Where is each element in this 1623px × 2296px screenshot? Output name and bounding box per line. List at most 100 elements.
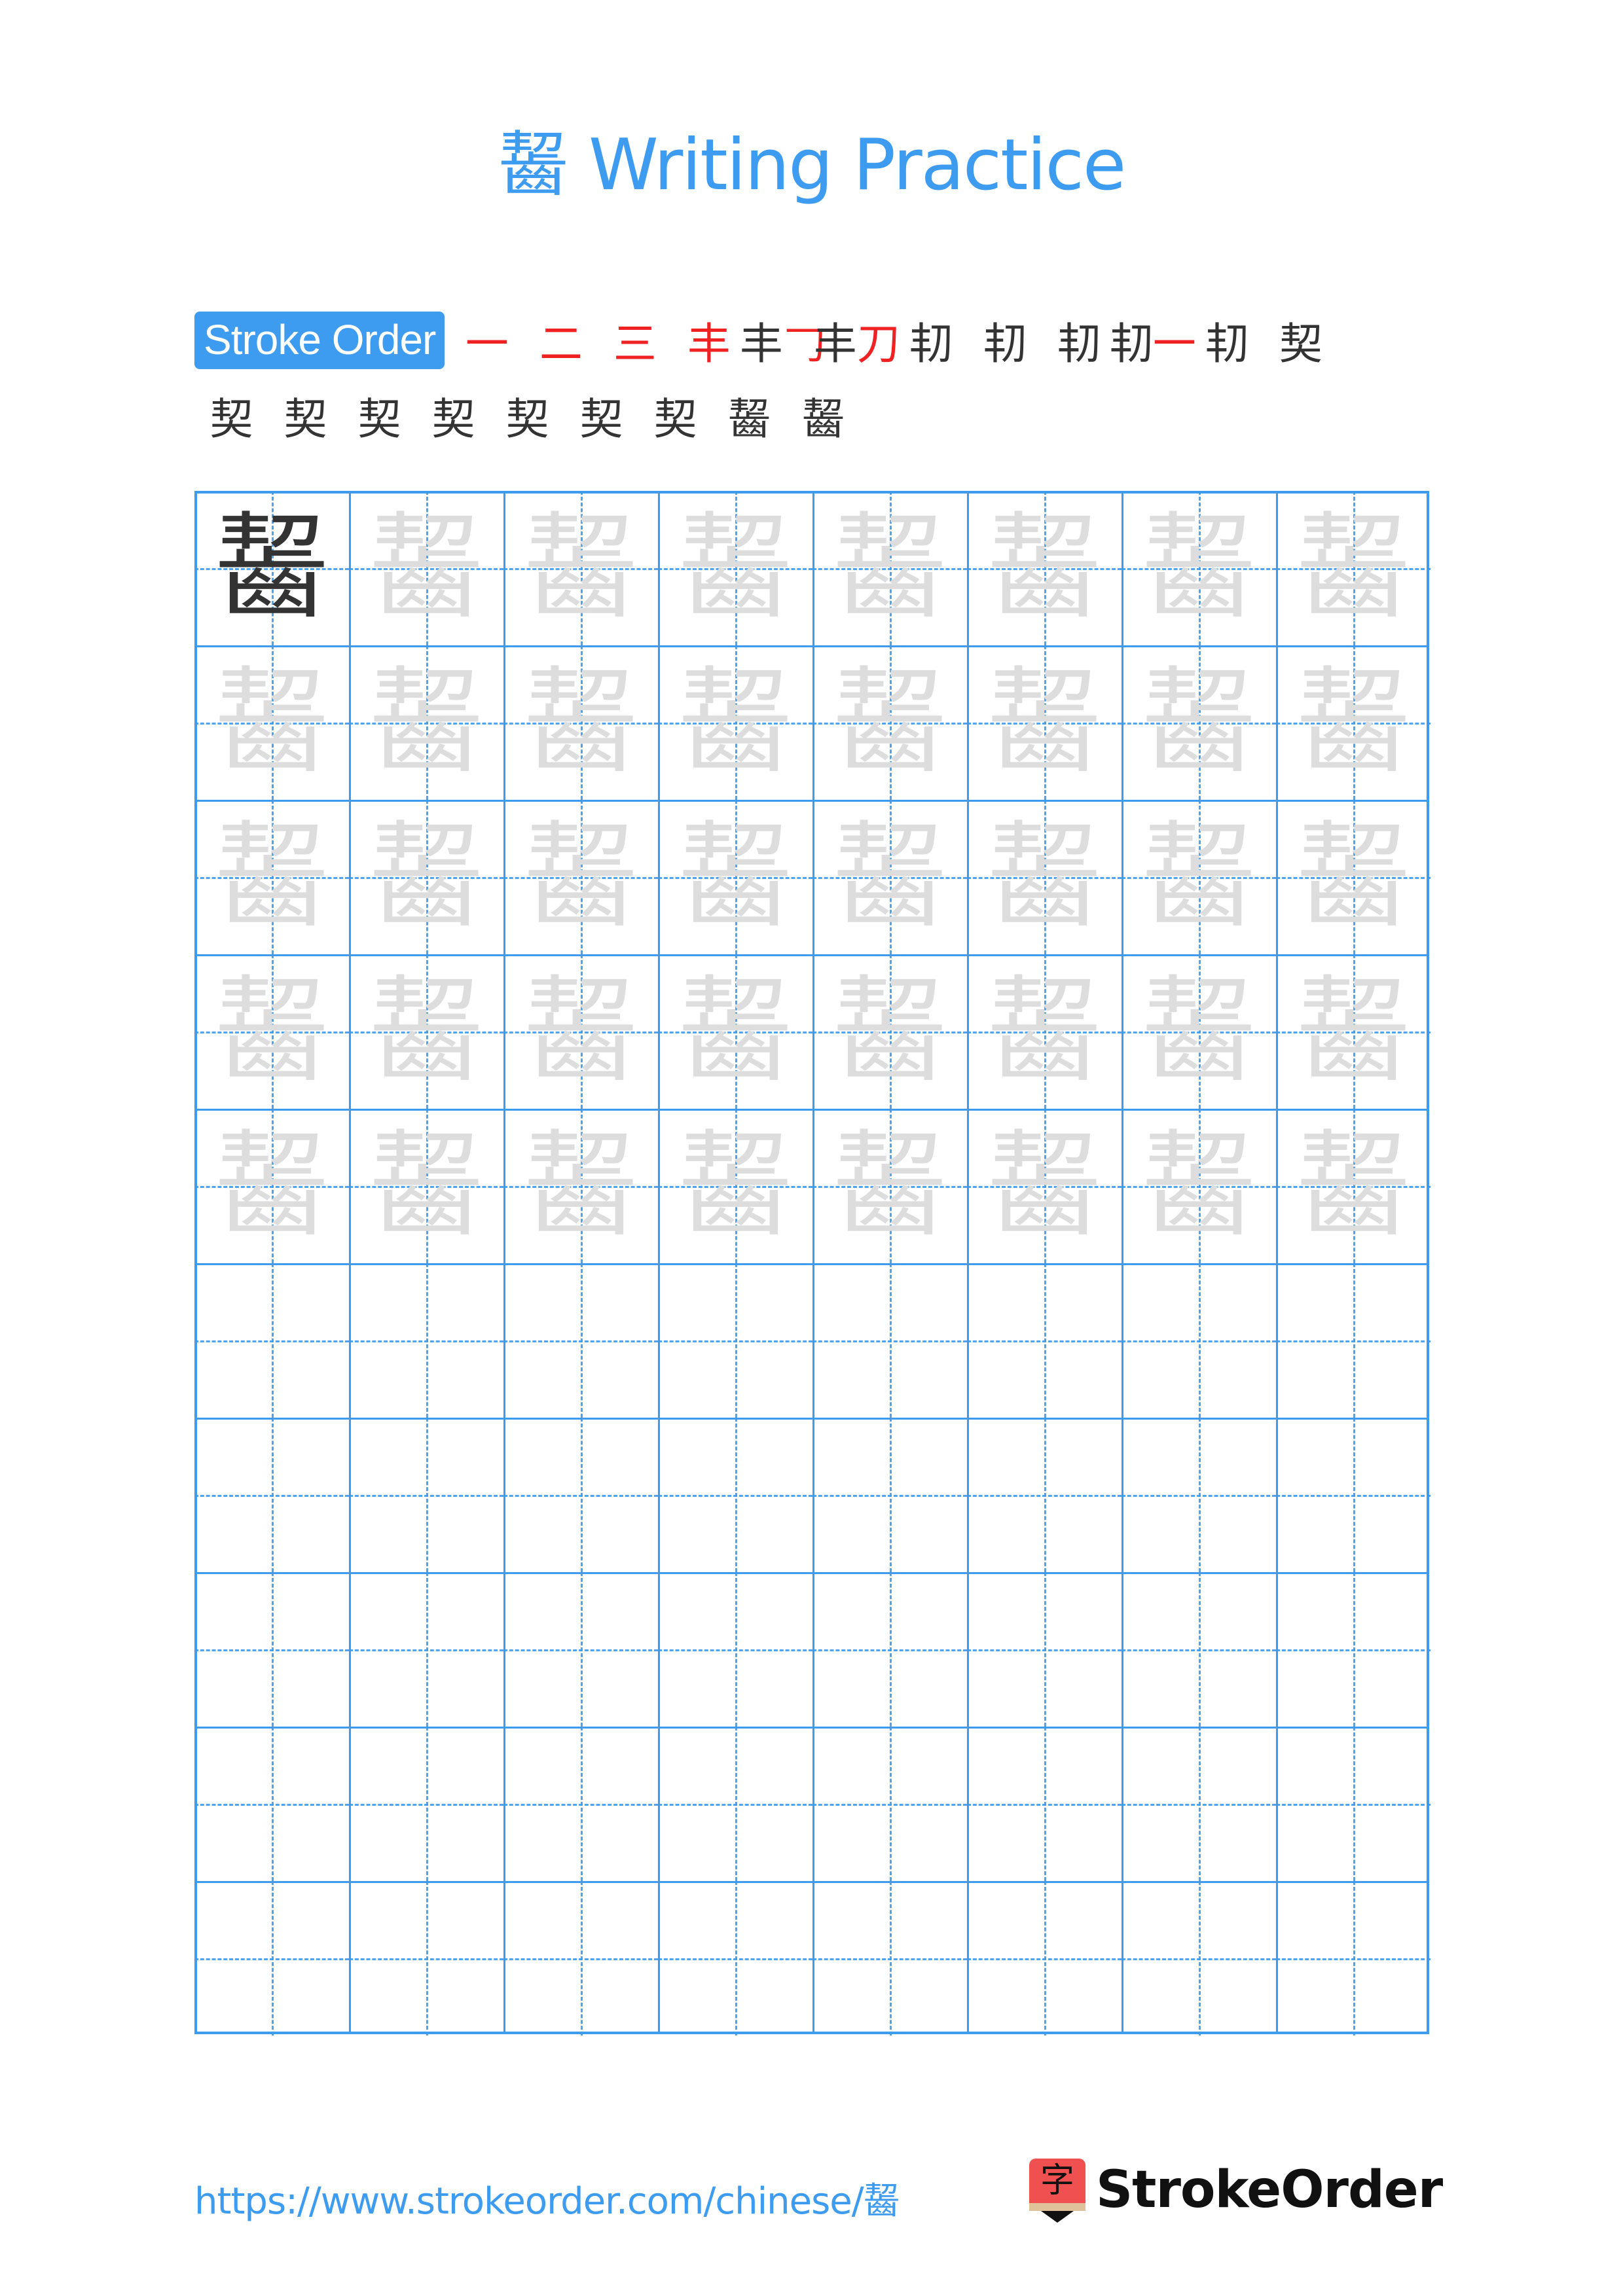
footer-url-link[interactable]: https://www.strokeorder.com/chinese/齧 xyxy=(194,2172,900,2225)
practice-cell[interactable]: 齧 xyxy=(503,491,658,645)
practice-cell[interactable] xyxy=(658,1572,812,1727)
practice-cell[interactable] xyxy=(194,1881,349,2036)
practice-cell[interactable]: 齧 xyxy=(967,491,1122,645)
practice-cell[interactable]: 齧 xyxy=(194,645,349,800)
practice-cell[interactable] xyxy=(349,1881,503,2036)
practice-cell[interactable] xyxy=(349,1727,503,1881)
guide-line-vertical xyxy=(1199,1418,1201,1572)
practice-cell[interactable] xyxy=(1122,1572,1276,1727)
guide-line-vertical xyxy=(1044,1418,1046,1572)
practice-cell[interactable] xyxy=(1276,1418,1431,1572)
practice-cell[interactable]: 齧 xyxy=(967,800,1122,954)
practice-cell[interactable] xyxy=(1276,1727,1431,1881)
practice-cell[interactable]: 齧 xyxy=(194,800,349,954)
practice-cell[interactable]: 齧 xyxy=(658,645,812,800)
guide-line-vertical xyxy=(581,1418,583,1572)
stroke-step-16: 契 xyxy=(416,383,490,448)
trace-character: 齧 xyxy=(986,1119,1102,1253)
practice-cell[interactable]: 齧 xyxy=(967,645,1122,800)
practice-cell[interactable]: 齧 xyxy=(349,491,503,645)
grid-column-divider xyxy=(812,493,814,2032)
practice-cell[interactable] xyxy=(1122,1418,1276,1572)
practice-cell[interactable]: 齧 xyxy=(1122,954,1276,1109)
trace-character: 齧 xyxy=(677,1119,793,1253)
practice-cell[interactable] xyxy=(194,1572,349,1727)
practice-cell[interactable]: 齧 xyxy=(812,645,967,800)
practice-cell[interactable]: 齧 xyxy=(812,491,967,645)
trace-character: 齧 xyxy=(368,964,484,1098)
practice-cell[interactable]: 齧 xyxy=(1276,491,1431,645)
trace-character: 齧 xyxy=(213,964,329,1098)
practice-cell[interactable]: 齧 xyxy=(812,954,967,1109)
practice-cell[interactable]: 齧 xyxy=(1122,800,1276,954)
practice-cell[interactable] xyxy=(967,1418,1122,1572)
practice-cell[interactable] xyxy=(503,1727,658,1881)
guide-line-vertical xyxy=(735,1881,737,2036)
practice-cell[interactable]: 齧 xyxy=(812,1109,967,1263)
practice-cell[interactable] xyxy=(658,1881,812,2036)
practice-cell[interactable]: 齧 xyxy=(967,1109,1122,1263)
practice-cell[interactable] xyxy=(967,1263,1122,1418)
practice-cell[interactable]: 齧 xyxy=(349,1109,503,1263)
guide-line-vertical xyxy=(1353,1881,1355,2036)
guide-line-vertical xyxy=(890,1727,892,1881)
practice-cell[interactable]: 齧 xyxy=(812,800,967,954)
practice-cell[interactable] xyxy=(1276,1572,1431,1727)
practice-cell[interactable]: 齧 xyxy=(1122,491,1276,645)
practice-cell[interactable] xyxy=(1276,1881,1431,2036)
practice-cell[interactable] xyxy=(658,1727,812,1881)
practice-cell[interactable]: 齧 xyxy=(503,800,658,954)
practice-cell[interactable]: 齧 xyxy=(349,800,503,954)
practice-cell[interactable]: 齧 xyxy=(349,954,503,1109)
practice-cell[interactable] xyxy=(1122,1881,1276,2036)
stroke-step-4: 丰 xyxy=(672,308,746,373)
practice-cell[interactable] xyxy=(967,1727,1122,1881)
practice-cell[interactable]: 齧 xyxy=(1276,645,1431,800)
practice-cell[interactable] xyxy=(503,1263,658,1418)
practice-cell[interactable] xyxy=(1276,1263,1431,1418)
practice-cell[interactable]: 齧 xyxy=(194,1109,349,1263)
practice-cell[interactable] xyxy=(349,1263,503,1418)
practice-cell[interactable] xyxy=(194,1418,349,1572)
practice-cell[interactable]: 齧 xyxy=(503,1109,658,1263)
practice-cell[interactable] xyxy=(812,1881,967,2036)
practice-cell[interactable]: 齧 xyxy=(658,800,812,954)
practice-cell[interactable] xyxy=(349,1418,503,1572)
practice-cell[interactable]: 齧 xyxy=(1276,800,1431,954)
practice-cell[interactable]: 齧 xyxy=(503,645,658,800)
stroke-step-base: 契 xyxy=(653,394,697,444)
practice-cell[interactable] xyxy=(658,1418,812,1572)
practice-cell[interactable]: 齧 xyxy=(194,491,349,645)
practice-cell[interactable]: 齧 xyxy=(967,954,1122,1109)
practice-cell[interactable]: 齧 xyxy=(1122,1109,1276,1263)
practice-cell[interactable] xyxy=(812,1572,967,1727)
brand-name: StrokeOrder xyxy=(1096,2161,1443,2219)
grid-row-divider xyxy=(197,645,1427,647)
practice-cell[interactable]: 齧 xyxy=(1276,1109,1431,1263)
practice-cell[interactable]: 齧 xyxy=(658,954,812,1109)
practice-cell[interactable] xyxy=(658,1263,812,1418)
practice-cell[interactable]: 齧 xyxy=(349,645,503,800)
practice-cell[interactable] xyxy=(194,1263,349,1418)
practice-cell[interactable]: 齧 xyxy=(1122,645,1276,800)
practice-cell[interactable]: 齧 xyxy=(658,1109,812,1263)
practice-cell[interactable] xyxy=(967,1572,1122,1727)
strokeorder-logo[interactable]: 字 StrokeOrder xyxy=(1029,2159,1443,2223)
practice-cell[interactable] xyxy=(812,1727,967,1881)
practice-cell[interactable] xyxy=(349,1572,503,1727)
practice-cell[interactable] xyxy=(503,1418,658,1572)
practice-cell[interactable] xyxy=(812,1418,967,1572)
practice-cell[interactable] xyxy=(967,1881,1122,2036)
practice-cell[interactable]: 齧 xyxy=(194,954,349,1109)
guide-line-vertical xyxy=(1199,1727,1201,1881)
practice-cell[interactable] xyxy=(503,1881,658,2036)
practice-cell[interactable]: 齧 xyxy=(503,954,658,1109)
practice-cell[interactable] xyxy=(1122,1263,1276,1418)
practice-cell[interactable]: 齧 xyxy=(658,491,812,645)
practice-cell[interactable] xyxy=(812,1263,967,1418)
practice-cell[interactable] xyxy=(503,1572,658,1727)
practice-cell[interactable]: 齧 xyxy=(1276,954,1431,1109)
trace-character: 齧 xyxy=(986,810,1102,944)
practice-cell[interactable] xyxy=(1122,1727,1276,1881)
practice-cell[interactable] xyxy=(194,1727,349,1881)
